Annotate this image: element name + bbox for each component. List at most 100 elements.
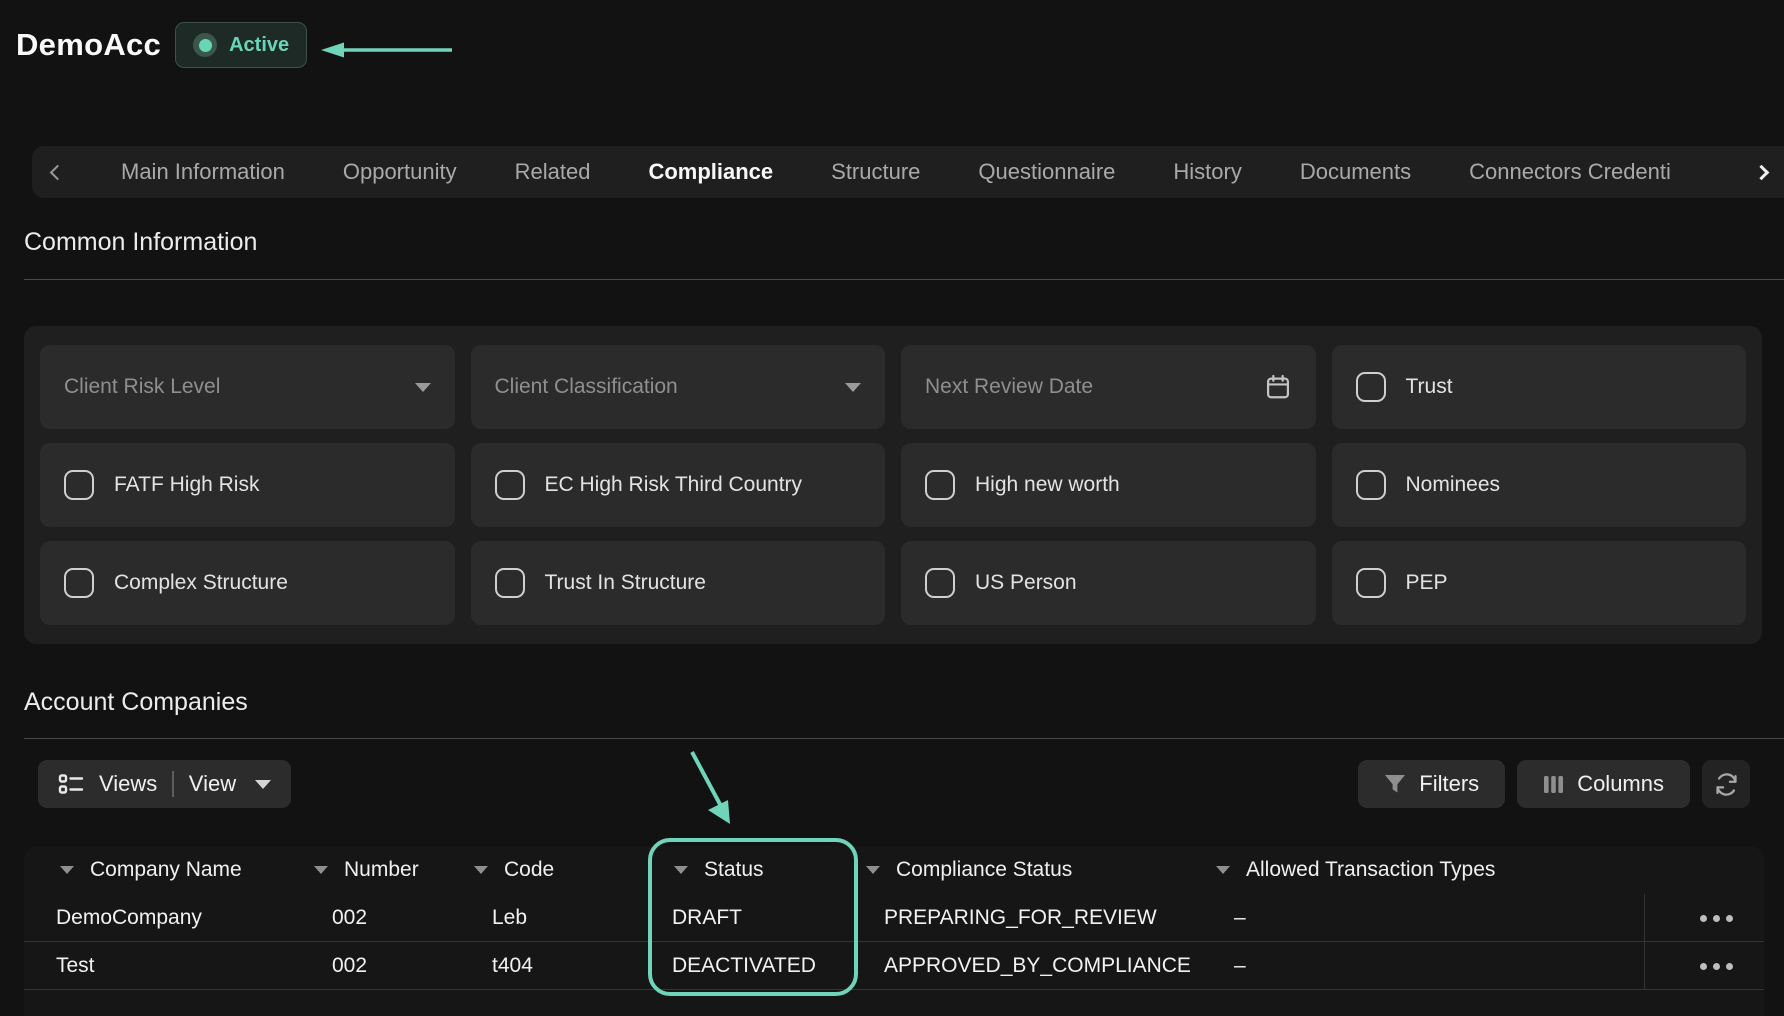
filters-label: Filters	[1419, 771, 1479, 797]
pep-checkbox-field[interactable]: PEP	[1332, 541, 1747, 625]
cell-number: 002	[308, 954, 468, 978]
cell-company-name: Test	[24, 954, 308, 978]
views-label: Views	[99, 771, 157, 797]
common-information-panel: Client Risk Level Client Classification …	[24, 326, 1762, 644]
columns-button[interactable]: Columns	[1517, 760, 1690, 808]
tab-history[interactable]: History	[1173, 159, 1241, 185]
filters-button[interactable]: Filters	[1358, 760, 1505, 808]
cell-compliance-status: APPROVED_BY_COMPLIANCE	[860, 954, 1210, 978]
chevron-down-icon	[255, 780, 271, 789]
views-button[interactable]: Views View	[38, 760, 291, 808]
checkbox-label: Complex Structure	[114, 571, 288, 595]
tab-structure[interactable]: Structure	[831, 159, 920, 185]
checkbox-label: Trust In Structure	[545, 571, 706, 595]
cell-code: t404	[468, 954, 648, 978]
row-actions-button[interactable]	[1644, 894, 1764, 942]
checkbox[interactable]	[495, 568, 525, 598]
column-header-status[interactable]: Status	[648, 858, 860, 882]
trust-in-structure-checkbox-field[interactable]: Trust In Structure	[471, 541, 886, 625]
selected-view-label: View	[189, 771, 236, 797]
checkbox[interactable]	[1356, 372, 1386, 402]
sort-caret-icon	[314, 866, 328, 874]
checkbox-label: High new worth	[975, 473, 1120, 497]
tab-opportunity[interactable]: Opportunity	[343, 159, 457, 185]
table-header-row: Company Name Number Code Status Complian…	[24, 846, 1764, 894]
tab-bar: Main Information Opportunity Related Com…	[32, 146, 1784, 198]
tab-questionnaire[interactable]: Questionnaire	[978, 159, 1115, 185]
trust-checkbox-field[interactable]: Trust	[1332, 345, 1747, 429]
checkbox[interactable]	[1356, 568, 1386, 598]
calendar-icon	[1264, 373, 1292, 401]
cell-status: DEACTIVATED	[648, 954, 860, 978]
divider	[172, 771, 174, 797]
chevron-left-icon[interactable]	[50, 164, 66, 180]
checkbox[interactable]	[925, 568, 955, 598]
column-header-compliance-status[interactable]: Compliance Status	[860, 858, 1210, 882]
cell-code: Leb	[468, 906, 648, 930]
column-header-company-name[interactable]: Company Name	[24, 858, 308, 882]
filter-funnel-icon	[1384, 774, 1406, 794]
select-placeholder: Client Classification	[495, 375, 826, 399]
checkbox[interactable]	[64, 470, 94, 500]
high-new-worth-checkbox-field[interactable]: High new worth	[901, 443, 1316, 527]
checkbox-label: Nominees	[1406, 473, 1501, 497]
checkbox[interactable]	[925, 470, 955, 500]
cell-number: 002	[308, 906, 468, 930]
tab-connectors-credentials[interactable]: Connectors Credenti	[1469, 159, 1671, 185]
checkbox-label: Trust	[1406, 375, 1453, 399]
row-actions-button[interactable]	[1644, 942, 1764, 990]
section-divider	[24, 738, 1784, 739]
active-status-dot-icon	[193, 33, 217, 57]
checkbox-label: FATF High Risk	[114, 473, 259, 497]
chevron-right-icon	[1753, 164, 1769, 180]
annotation-arrow-left-icon	[318, 40, 458, 60]
ec-high-risk-third-country-checkbox-field[interactable]: EC High Risk Third Country	[471, 443, 886, 527]
table-row[interactable]: DemoCompany 002 Leb DRAFT PREPARING_FOR_…	[24, 894, 1764, 942]
section-title-account-companies: Account Companies	[24, 688, 248, 717]
next-review-date-field[interactable]: Next Review Date	[901, 345, 1316, 429]
tab-main-information[interactable]: Main Information	[121, 159, 285, 185]
checkbox-label: EC High Risk Third Country	[545, 473, 803, 497]
column-header-allowed-transaction-types[interactable]: Allowed Transaction Types	[1210, 858, 1644, 882]
cell-company-name: DemoCompany	[24, 906, 308, 930]
us-person-checkbox-field[interactable]: US Person	[901, 541, 1316, 625]
nominees-checkbox-field[interactable]: Nominees	[1332, 443, 1747, 527]
annotation-arrow-down-icon	[670, 740, 750, 832]
client-classification-select[interactable]: Client Classification	[471, 345, 886, 429]
account-companies-table: Company Name Number Code Status Complian…	[24, 846, 1764, 1016]
client-risk-level-select[interactable]: Client Risk Level	[40, 345, 455, 429]
refresh-button[interactable]	[1702, 760, 1750, 808]
page-title: DemoAcc	[16, 27, 161, 63]
column-header-number[interactable]: Number	[308, 858, 468, 882]
columns-icon	[1543, 774, 1564, 795]
table-toolbar-right: Filters Columns	[1358, 760, 1750, 808]
sort-caret-icon	[60, 866, 74, 874]
tab-scroll-right[interactable]	[1738, 146, 1784, 198]
checkbox[interactable]	[495, 470, 525, 500]
tab-documents[interactable]: Documents	[1300, 159, 1411, 185]
column-header-code[interactable]: Code	[468, 858, 648, 882]
chevron-down-icon	[415, 383, 431, 392]
checkbox[interactable]	[1356, 470, 1386, 500]
table-row[interactable]: Test 002 t404 DEACTIVATED APPROVED_BY_CO…	[24, 942, 1764, 990]
cell-status: DRAFT	[648, 906, 860, 930]
compliance-page: DemoAcc Active Main Information Opportun…	[0, 0, 1784, 1016]
sort-caret-icon	[1216, 866, 1230, 874]
status-badge-label: Active	[229, 34, 289, 57]
date-placeholder: Next Review Date	[925, 375, 1244, 399]
select-placeholder: Client Risk Level	[64, 375, 395, 399]
sort-caret-icon	[866, 866, 880, 874]
checkbox-label: PEP	[1406, 571, 1448, 595]
page-header: DemoAcc Active	[16, 22, 307, 68]
complex-structure-checkbox-field[interactable]: Complex Structure	[40, 541, 455, 625]
checkbox[interactable]	[64, 568, 94, 598]
tab-related[interactable]: Related	[515, 159, 591, 185]
refresh-icon	[1713, 771, 1740, 798]
cell-compliance-status: PREPARING_FOR_REVIEW	[860, 906, 1210, 930]
fatf-high-risk-checkbox-field[interactable]: FATF High Risk	[40, 443, 455, 527]
columns-label: Columns	[1577, 771, 1664, 797]
cell-allowed-transaction-types: –	[1210, 954, 1644, 978]
chevron-down-icon	[845, 383, 861, 392]
checkbox-label: US Person	[975, 571, 1077, 595]
tab-compliance[interactable]: Compliance	[648, 159, 773, 185]
